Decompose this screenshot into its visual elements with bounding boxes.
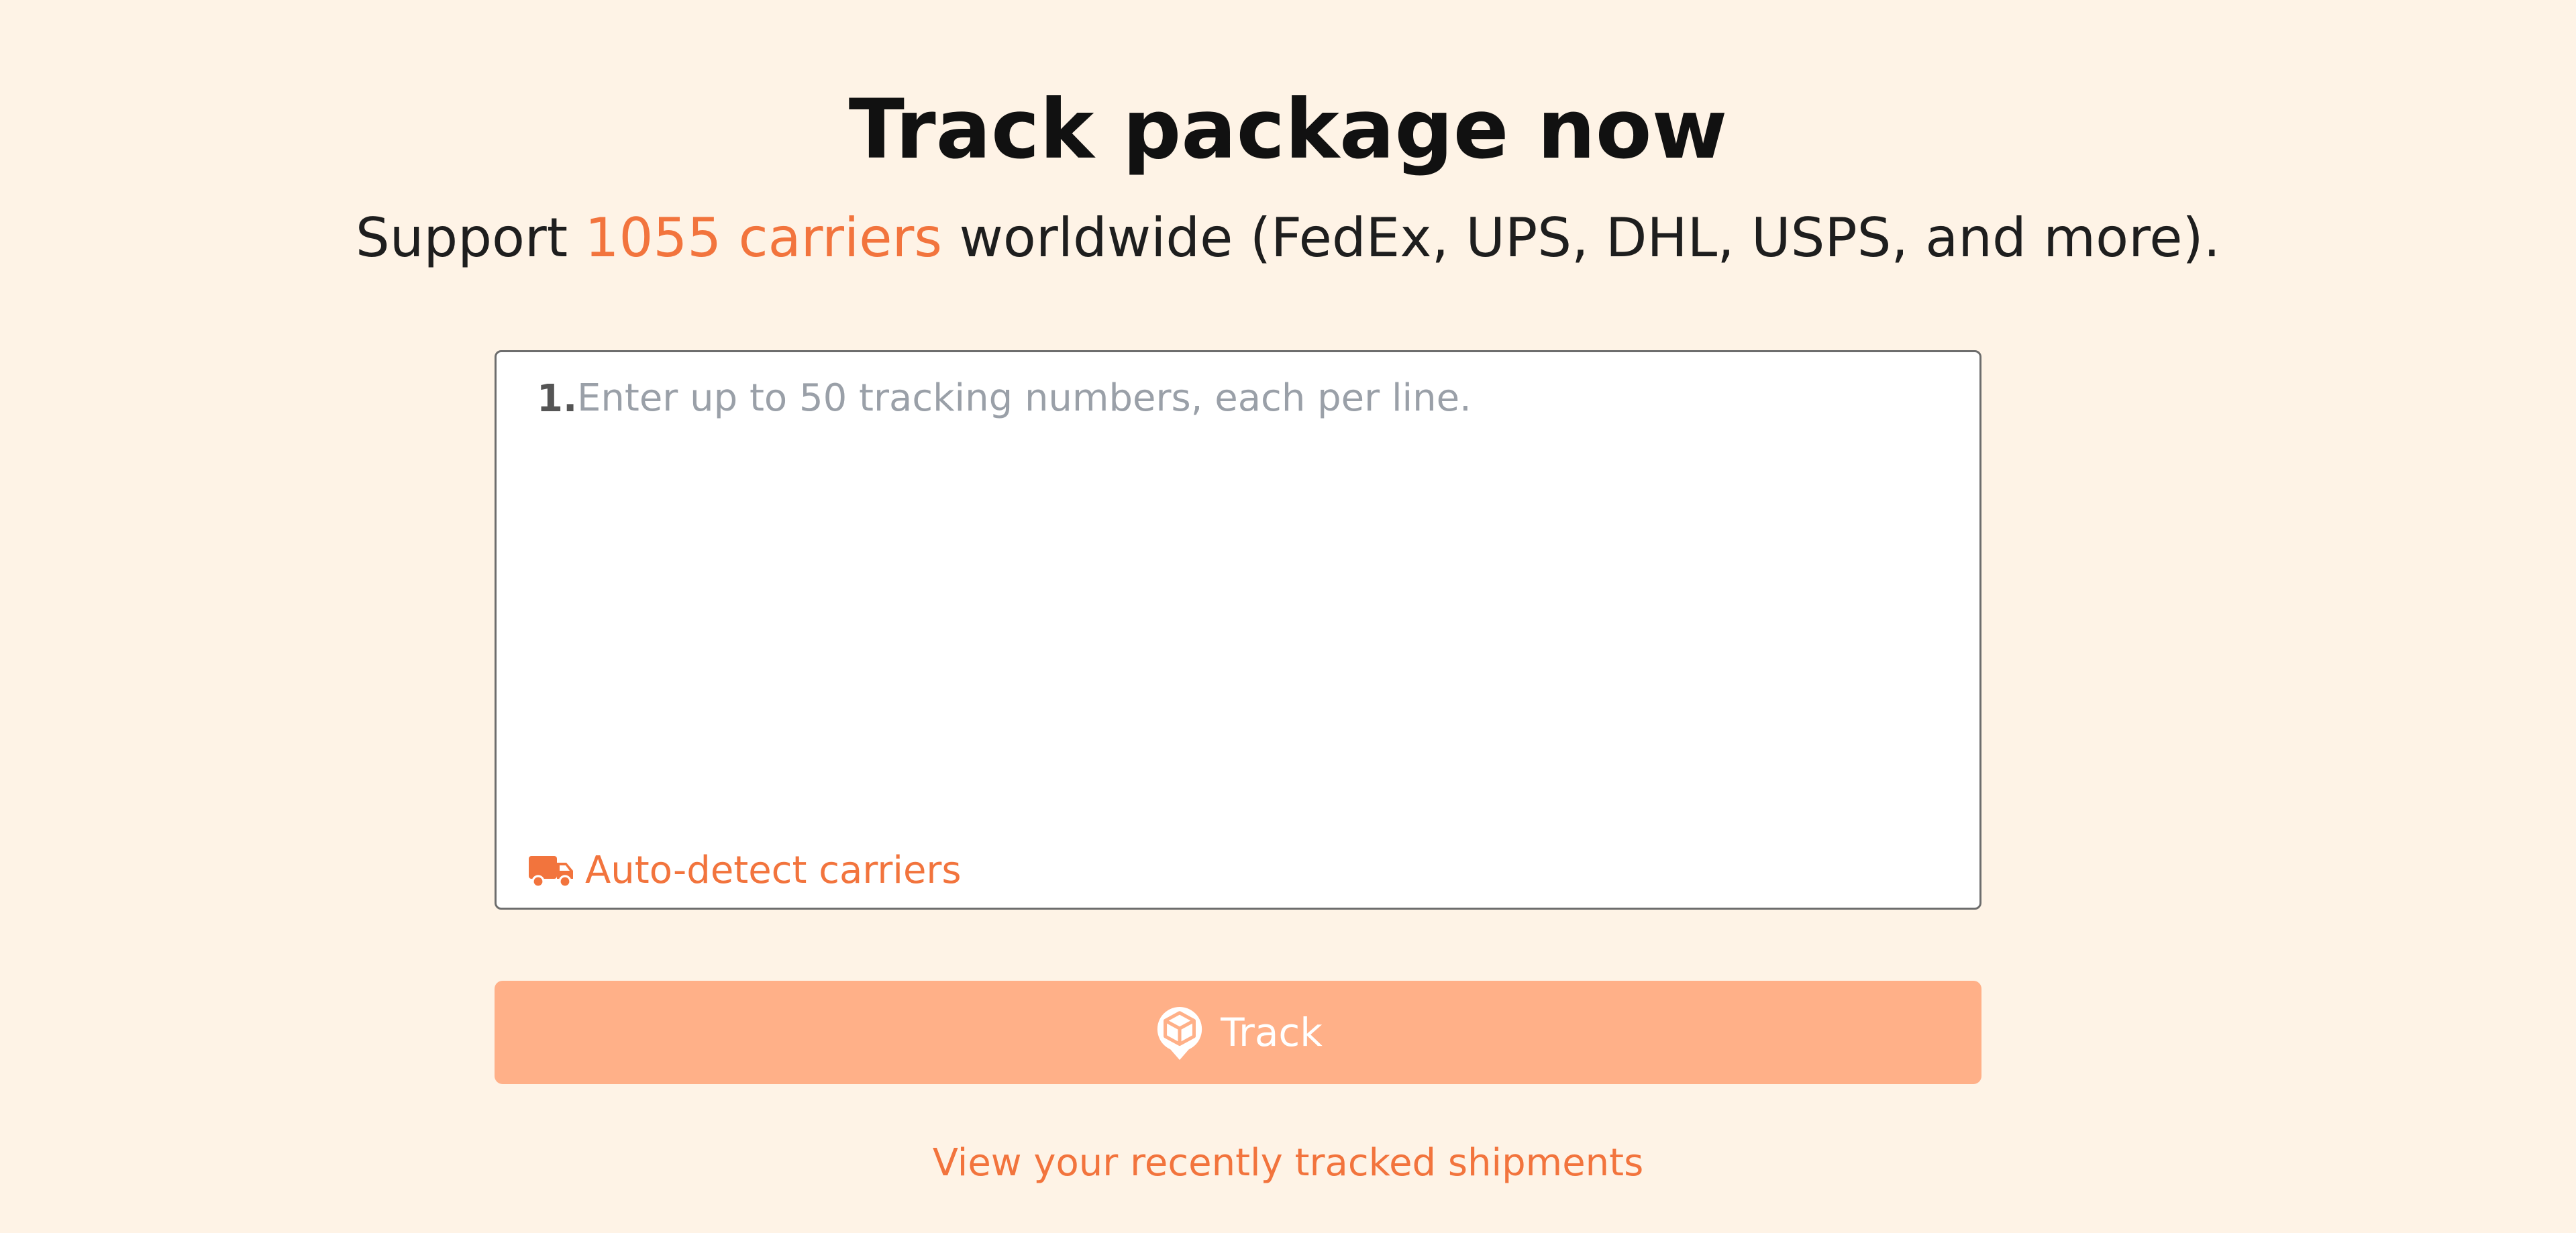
subtitle-suffix: worldwide (FedEx, UPS, DHL, USPS, and mo… bbox=[942, 207, 2221, 269]
page-subtitle: Support 1055 carriers worldwide (FedEx, … bbox=[0, 201, 2576, 275]
tracking-numbers-box: 1. Auto-detect carriers bbox=[495, 350, 1981, 910]
auto-detect-carriers-button[interactable]: Auto-detect carriers bbox=[527, 841, 962, 901]
line-number: 1. bbox=[537, 377, 578, 421]
package-icon bbox=[1157, 1006, 1202, 1060]
page-title: Track package now bbox=[848, 82, 1728, 177]
track-button[interactable]: Track bbox=[495, 981, 1981, 1084]
auto-detect-label: Auto-detect carriers bbox=[585, 849, 962, 892]
tracking-numbers-input[interactable] bbox=[577, 370, 1959, 786]
carriers-count-link[interactable]: 1055 carriers bbox=[585, 207, 942, 269]
subtitle-prefix: Support bbox=[355, 207, 585, 269]
recently-tracked-link[interactable]: View your recently tracked shipments bbox=[0, 1136, 2576, 1190]
track-button-label: Track bbox=[1221, 1010, 1323, 1055]
truck-icon bbox=[529, 856, 573, 888]
